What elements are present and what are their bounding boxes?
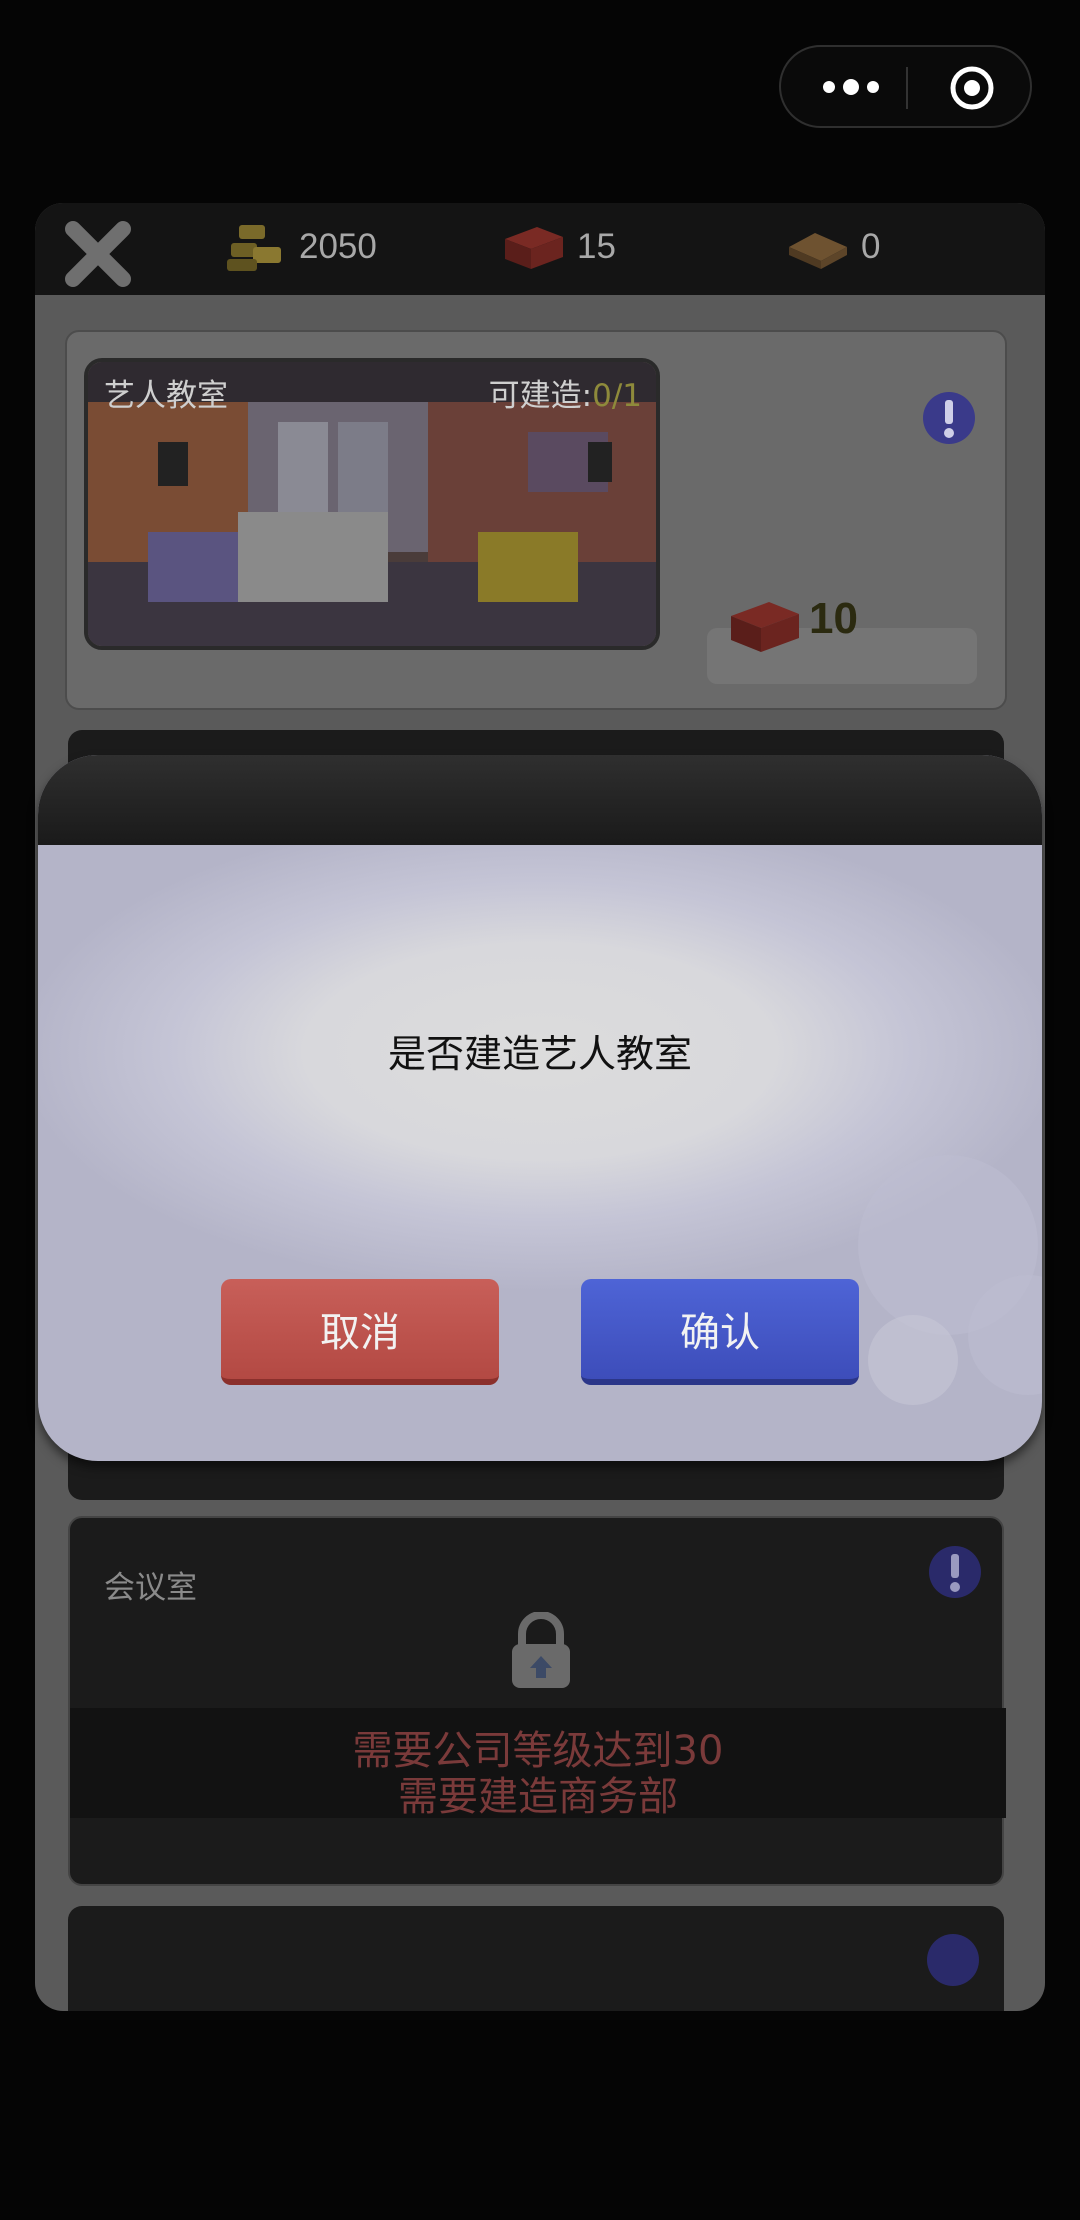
red-brick-icon [505, 227, 563, 269]
gold-bars-icon [227, 225, 281, 271]
info-exclamation-icon[interactable] [927, 1544, 983, 1600]
brick-value: 15 [577, 227, 616, 266]
decor-circle [868, 1315, 958, 1405]
wood-plank-icon [789, 233, 847, 269]
building-card-next [68, 1906, 1004, 2011]
resource-bar: 2050 15 0 [35, 203, 1045, 295]
lock-icon [512, 1612, 570, 1688]
availability-label: 可建造: [488, 378, 593, 414]
dialog-message: 是否建造艺人教室 [387, 1032, 692, 1076]
building-card-meeting-room[interactable]: 会议室 需要公司等级达到30 需要建造商务部 [68, 1516, 1006, 1886]
building-name: 会议室 [104, 1570, 197, 1606]
building-card-artist-classroom[interactable]: 艺人教室 可建造:0/1 10 [65, 330, 1007, 710]
info-exclamation-icon[interactable] [921, 390, 977, 446]
target-circle-icon[interactable] [949, 65, 995, 111]
wood-resource: 0 [785, 217, 880, 277]
brick-resource: 15 [501, 217, 616, 277]
mini-program-capsule [779, 45, 1032, 128]
requirement-line-2: 需要建造商务部 [398, 1774, 678, 1820]
confirm-button[interactable]: 确认 [581, 1279, 859, 1385]
gold-value: 2050 [299, 227, 377, 266]
building-name: 艺人教室 [104, 378, 228, 414]
build-availability: 可建造:0/1 [489, 370, 642, 415]
cost-value: 10 [809, 594, 858, 643]
wood-value: 0 [861, 227, 881, 266]
gold-resource: 2050 [223, 217, 377, 277]
availability-value: 0/1 [592, 378, 642, 414]
dialog-header [38, 755, 1042, 845]
close-x-icon[interactable] [61, 217, 135, 291]
cancel-button[interactable]: 取消 [221, 1279, 499, 1385]
confirm-dialog: 是否建造艺人教室 取消 确认 [38, 755, 1042, 1461]
info-exclamation-icon[interactable] [925, 1932, 981, 1988]
more-dots-icon[interactable] [821, 73, 881, 101]
capsule-divider [906, 67, 908, 109]
cost-brick-icon [731, 602, 799, 652]
classroom-image: 艺人教室 可建造:0/1 [84, 358, 660, 650]
